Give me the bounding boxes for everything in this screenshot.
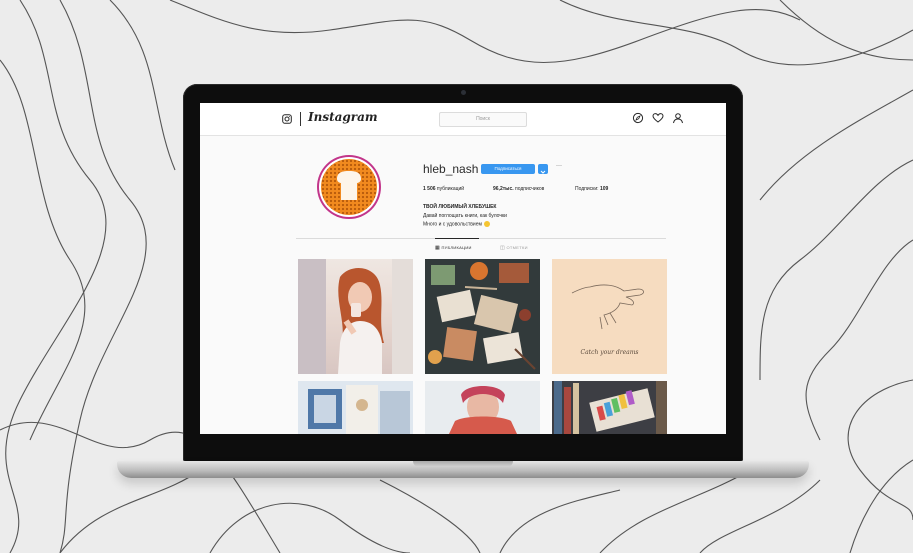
active-tab-indicator (435, 238, 479, 239)
instagram-wordmark[interactable]: Instagram (308, 110, 378, 124)
bio-line-2: Много и с удовольствием (423, 221, 490, 227)
search-input[interactable]: Поиск (439, 112, 527, 127)
bread-slice-icon (337, 171, 361, 200)
webcam (461, 90, 466, 95)
post-mirror-selfie[interactable] (298, 259, 413, 374)
post-flatlay-books[interactable] (425, 259, 540, 374)
fabric-books-image (308, 385, 410, 434)
instagram-header: Instagram Поиск (200, 103, 726, 136)
avatar-ring (319, 157, 379, 217)
following-label: Подписки: (575, 186, 599, 192)
following-count: 109 (599, 186, 609, 192)
avatar-image (321, 159, 377, 215)
bio-line-1: Давай поглощать книги, как булочки (423, 213, 507, 219)
following-stat[interactable]: Подписки: 109 (575, 186, 608, 192)
follow-button[interactable]: Подписаться (481, 164, 535, 174)
bio-line-2-text: Много и с удовольствием (423, 221, 482, 228)
posts-label: публикаций (436, 186, 465, 192)
more-options-button[interactable]: ··· (556, 163, 562, 169)
post-hand-drawing[interactable]: Catch your dreams (552, 259, 667, 374)
posts-stat: 1 506 публикаций (423, 186, 464, 192)
mirror-selfie-image (298, 259, 413, 374)
followers-stat[interactable]: 96,2тыс. подписчиков (493, 186, 544, 192)
instagram-camera-icon[interactable] (282, 114, 292, 124)
tab-tagged[interactable]: ◫ ОТМЕТКИ (500, 245, 528, 251)
smiley-emoji-icon (483, 221, 490, 227)
avatar[interactable] (317, 155, 381, 219)
grid-icon: ▦ (435, 245, 441, 251)
tag-icon: ◫ (500, 245, 506, 251)
posts-count: 1 506 (423, 186, 436, 192)
heart-icon[interactable] (652, 112, 664, 124)
profile-icon[interactable] (672, 112, 684, 124)
post-bookshelf[interactable] (552, 381, 667, 434)
tab-posts[interactable]: ▦ ПУБЛИКАЦИИ (435, 245, 472, 251)
profile-username: hleb_nash (423, 162, 479, 176)
instagram-profile-page: Instagram Поиск hleb_nash Подписаться ··… (200, 103, 726, 434)
laptop-base-notch (413, 461, 513, 467)
tabs-divider (296, 238, 666, 239)
laptop-screen-bezel: Instagram Поиск hleb_nash Подписаться ··… (183, 84, 743, 462)
explore-icon[interactable] (632, 112, 644, 124)
post-scarf-portrait[interactable] (425, 381, 540, 434)
flatlay-books-image (428, 262, 536, 370)
scarf-portrait-image (449, 386, 517, 434)
tab-posts-label: ПУБЛИКАЦИИ (441, 245, 472, 250)
laptop-base (117, 461, 809, 478)
bookshelf-image (554, 381, 667, 434)
post-fabric-books[interactable] (298, 381, 413, 434)
header-separator (300, 112, 301, 126)
bio-name: ТВОЙ ЛЮБИМЫЙ ХЛЕБУШЕК (423, 204, 497, 210)
suggestions-dropdown-button[interactable] (538, 164, 548, 174)
followers-label: подписчиков (515, 186, 545, 192)
hand-line-drawing-image (571, 284, 644, 330)
followers-count: 96,2тыс. (493, 186, 514, 192)
tab-tagged-label: ОТМЕТКИ (506, 245, 528, 250)
chevron-down-icon (540, 170, 546, 174)
drawing-caption: Catch your dreams (580, 349, 639, 356)
